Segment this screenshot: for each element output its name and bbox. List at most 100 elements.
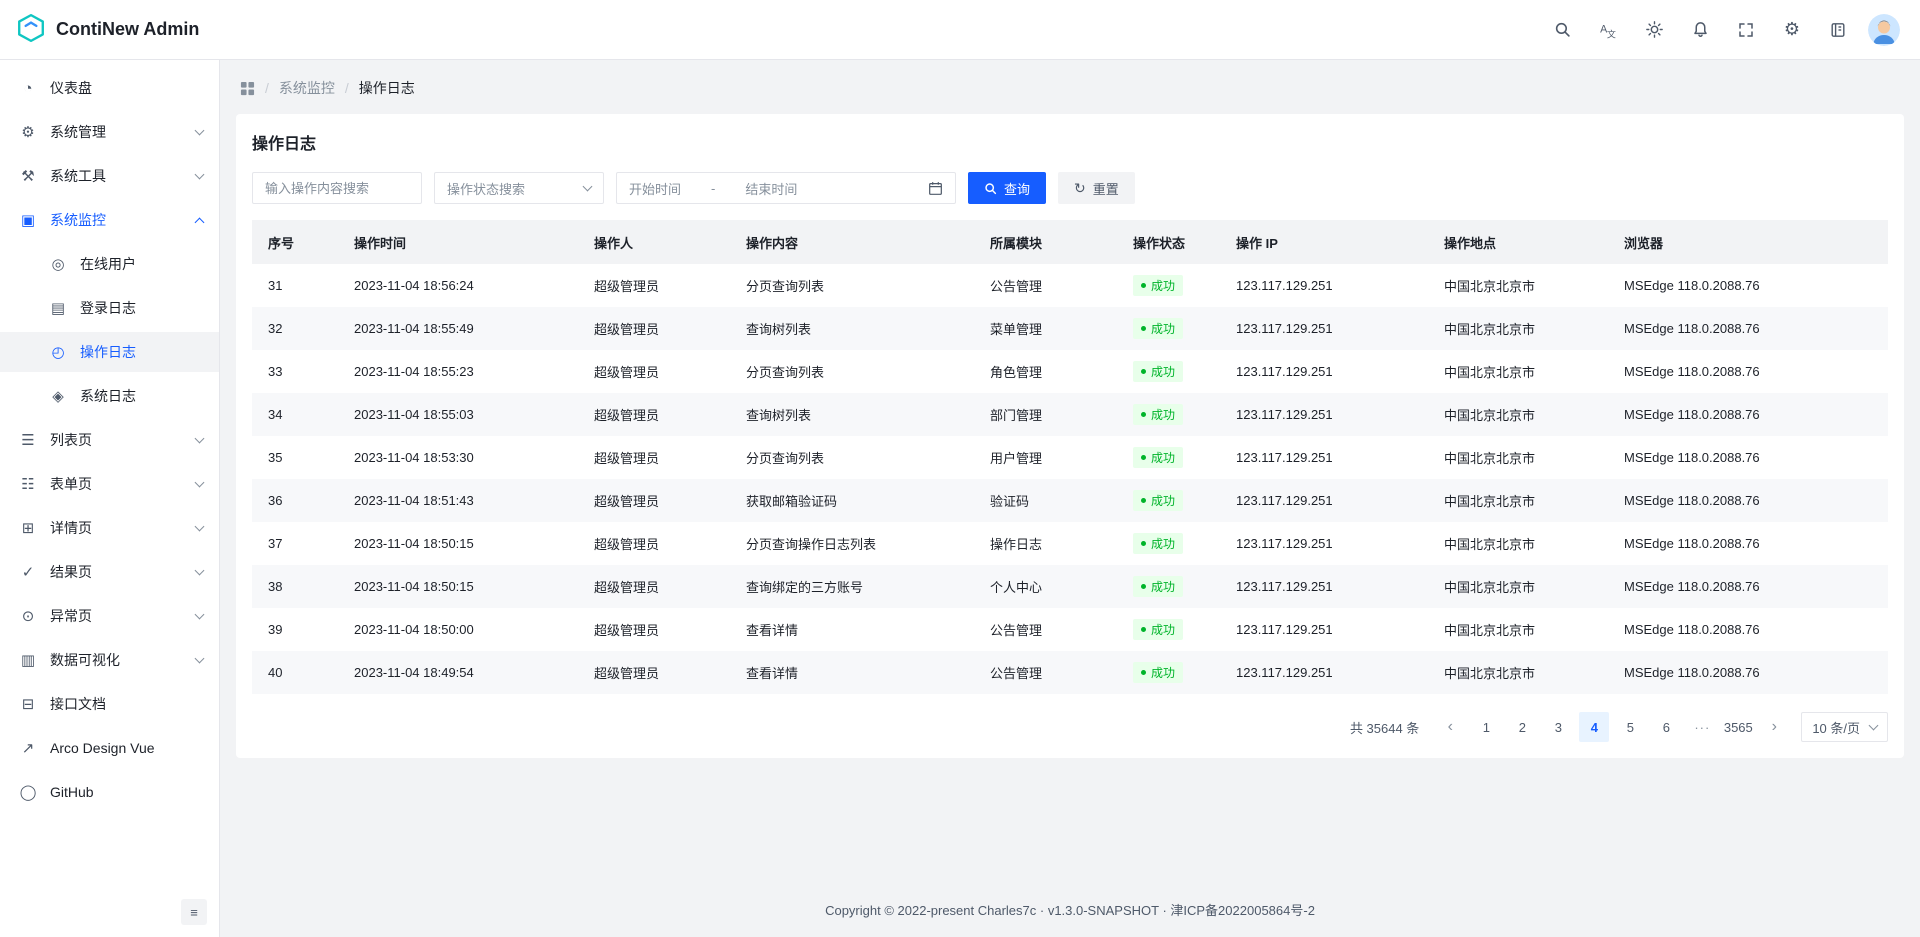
cell-content: 分页查询操作日志列表 <box>730 522 974 565</box>
sidebar-item-data-visualization[interactable]: ▥数据可视化 <box>0 640 219 680</box>
pagination-page-3[interactable]: 3 <box>1543 712 1573 742</box>
sidebar-item-detail-pages[interactable]: ⊞详情页 <box>0 508 219 548</box>
sidebar-item-result-pages[interactable]: ✓结果页 <box>0 552 219 592</box>
column-header: 操作状态 <box>1117 220 1220 264</box>
cell-ip: 123.117.129.251 <box>1220 608 1428 651</box>
sidebar-item-system-logs[interactable]: ◈系统日志 <box>0 376 219 416</box>
user-avatar[interactable] <box>1868 14 1900 46</box>
status-dot-icon <box>1141 326 1146 331</box>
sidebar-item-system-management[interactable]: ⚙系统管理 <box>0 112 219 152</box>
pagination-page-4[interactable]: 4 <box>1579 712 1609 742</box>
chevron-down-icon <box>195 654 205 664</box>
main-area: ◔ 仪表盘 ⚙系统管理⚒系统工具 ▣ 系统监控 ◎在线用户▤登录日志◴操作日志◈系统日志☰… <box>0 60 1920 937</box>
sidebar-item-login-logs[interactable]: ▤登录日志 <box>0 288 219 328</box>
status-dot-icon <box>1141 541 1146 546</box>
app-logo <box>16 13 46 46</box>
operation-log-table: 序号操作时间操作人操作内容所属模块操作状态操作 IP操作地点浏览器 312023… <box>252 220 1888 694</box>
breadcrumb-item-operation-logs: 操作日志 <box>359 78 415 98</box>
brand[interactable]: ContiNew Admin <box>16 13 199 46</box>
cell-ip: 123.117.129.251 <box>1220 436 1428 479</box>
reset-button[interactable]: ↻ 重置 <box>1058 172 1135 204</box>
sidebar-item-system-tools[interactable]: ⚒系统工具 <box>0 156 219 196</box>
cell-content: 查询树列表 <box>730 393 974 436</box>
sidebar-item-dashboard[interactable]: ◔ 仪表盘 <box>0 68 219 108</box>
cell-time: 2023-11-04 18:55:03 <box>338 393 578 436</box>
chevron-down-icon <box>195 170 205 180</box>
sidebar-item-label: 数据可视化 <box>50 650 196 670</box>
header-search-button[interactable] <box>1546 14 1578 46</box>
breadcrumb-item-system-monitor[interactable]: 系统监控 <box>279 78 335 98</box>
column-header: 操作地点 <box>1428 220 1608 264</box>
cell-time: 2023-11-04 18:50:00 <box>338 608 578 651</box>
sidebar-item-api-docs[interactable]: ⊟接口文档 <box>0 684 219 724</box>
sidebar-item-github[interactable]: ◯GitHub <box>0 772 219 812</box>
sidebar-item-label: 系统管理 <box>50 122 196 142</box>
table-row: 312023-11-04 18:56:24超级管理员分页查询列表公告管理成功12… <box>252 264 1888 307</box>
sidebar-item-list-pages[interactable]: ☰列表页 <box>0 420 219 460</box>
pagination-page-2[interactable]: 2 <box>1507 712 1537 742</box>
sidebar-collapse-button[interactable]: ≡ <box>181 899 207 925</box>
table-row: 342023-11-04 18:55:03超级管理员查询树列表部门管理成功123… <box>252 393 1888 436</box>
gauge-icon: ◔ <box>20 80 36 97</box>
filter-bar: 操作状态搜索 开始时间 - 结束时间 <box>252 172 1888 204</box>
column-header: 所属模块 <box>974 220 1117 264</box>
next-page-button[interactable]: › <box>1759 712 1789 742</box>
pagination-page-6[interactable]: 6 <box>1651 712 1681 742</box>
cell-status: 成功 <box>1117 565 1220 608</box>
cell-time: 2023-11-04 18:55:49 <box>338 307 578 350</box>
query-button[interactable]: 查询 <box>968 172 1046 204</box>
cell-user: 超级管理员 <box>578 436 730 479</box>
pagination-page-1[interactable]: 1 <box>1471 712 1501 742</box>
copyright: Copyright © 2022-present Charles7c · v1.… <box>825 903 1315 918</box>
status-select[interactable]: 操作状态搜索 <box>434 172 604 204</box>
cell-time: 2023-11-04 18:56:24 <box>338 264 578 307</box>
pagination-ellipsis: ··· <box>1687 712 1717 742</box>
cell-no: 40 <box>252 651 338 694</box>
notification-bell-icon <box>1692 21 1709 38</box>
cell-no: 39 <box>252 608 338 651</box>
column-header: 浏览器 <box>1608 220 1888 264</box>
sidebar-item-exception-pages[interactable]: ⊙异常页 <box>0 596 219 636</box>
status-dot-icon <box>1141 670 1146 675</box>
reset-button-label: 重置 <box>1093 179 1119 198</box>
breadcrumb: / 系统监控 / 操作日志 <box>220 60 1920 98</box>
search-icon <box>1554 21 1571 38</box>
sidebar-item-arco-design-vue[interactable]: ↗Arco Design Vue <box>0 728 219 768</box>
sidebar-item-operation-logs[interactable]: ◴操作日志 <box>0 332 219 372</box>
sidebar-item-label: 在线用户 <box>80 254 203 274</box>
chevron-down-icon <box>195 522 205 532</box>
cell-browser: MSEdge 118.0.2088.76 <box>1608 264 1888 307</box>
sidebar-item-online-users[interactable]: ◎在线用户 <box>0 244 219 284</box>
cell-location: 中国北京北京市 <box>1428 264 1608 307</box>
theme-toggle-button[interactable] <box>1638 14 1670 46</box>
query-button-label: 查询 <box>1004 179 1030 198</box>
cell-location: 中国北京北京市 <box>1428 393 1608 436</box>
monitor-icon: ▣ <box>20 211 36 229</box>
search-icon <box>984 182 997 195</box>
notifications-button[interactable] <box>1684 14 1716 46</box>
prev-page-button[interactable]: ‹ <box>1435 712 1465 742</box>
cell-browser: MSEdge 118.0.2088.76 <box>1608 479 1888 522</box>
pagination-page-3565[interactable]: 3565 <box>1723 712 1753 742</box>
table-row: 372023-11-04 18:50:15超级管理员分页查询操作日志列表操作日志… <box>252 522 1888 565</box>
chevron-down-icon <box>195 566 205 576</box>
content-search-input[interactable] <box>252 172 422 204</box>
sidebar-item-form-pages[interactable]: ☷表单页 <box>0 464 219 504</box>
translate-button[interactable]: A文 <box>1592 14 1624 46</box>
cell-location: 中国北京北京市 <box>1428 651 1608 694</box>
cell-browser: MSEdge 118.0.2088.76 <box>1608 565 1888 608</box>
sidebar-item-label: 系统监控 <box>50 210 196 230</box>
date-range-picker[interactable]: 开始时间 - 结束时间 <box>616 172 956 204</box>
fullscreen-button[interactable] <box>1730 14 1762 46</box>
pagination-page-5[interactable]: 5 <box>1615 712 1645 742</box>
cell-content: 分页查询列表 <box>730 264 974 307</box>
sidebar-item-system-monitor[interactable]: ▣ 系统监控 <box>0 200 219 240</box>
cell-location: 中国北京北京市 <box>1428 522 1608 565</box>
settings-button[interactable]: ⚙ <box>1776 14 1808 46</box>
page-size-select[interactable]: 10 条/页 <box>1801 712 1888 742</box>
app-grid-button[interactable] <box>1822 14 1854 46</box>
sidebar-item-label: 仪表盘 <box>50 78 203 98</box>
sidebar-item-label: 接口文档 <box>50 694 203 714</box>
apps-grid-icon[interactable] <box>240 81 255 96</box>
cell-content: 查询绑定的三方账号 <box>730 565 974 608</box>
